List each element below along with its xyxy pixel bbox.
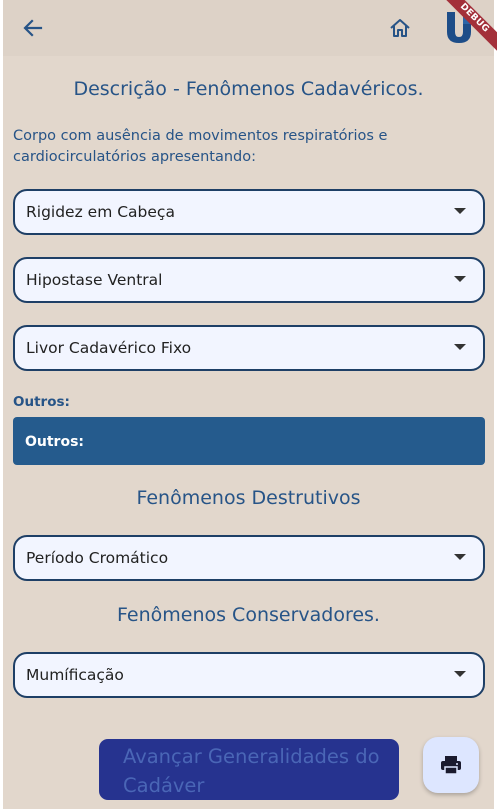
- back-button[interactable]: [13, 8, 53, 48]
- app-bar: DEBUG: [3, 0, 497, 56]
- home-icon: [390, 19, 410, 37]
- conservadores-dropdown[interactable]: Mumíficação: [13, 652, 485, 698]
- section-title-destrutivos: Fenômenos Destrutivos: [136, 487, 361, 509]
- dropdown-arrow-icon: [454, 671, 466, 677]
- home-button[interactable]: [380, 8, 420, 48]
- outros-label: Outros:: [13, 394, 70, 410]
- dropdown-arrow-icon: [454, 208, 466, 214]
- destrutivos-dropdown[interactable]: Período Cromático: [13, 535, 485, 581]
- outros-input[interactable]: Outros:: [13, 417, 485, 465]
- outros-hint: Outros:: [25, 434, 85, 450]
- dropdown-arrow-icon: [454, 554, 466, 560]
- debug-banner: DEBUG: [435, 0, 497, 62]
- livor-value: Livor Cadavérico Fixo: [26, 339, 192, 357]
- livor-dropdown[interactable]: Livor Cadavérico Fixo: [13, 325, 485, 371]
- conservadores-value: Mumíficação: [26, 666, 124, 684]
- debug-label: DEBUG: [437, 0, 497, 55]
- print-button[interactable]: [423, 737, 479, 793]
- rigidez-dropdown[interactable]: Rigidez em Cabeça: [13, 189, 485, 235]
- dropdown-arrow-icon: [454, 344, 466, 350]
- advance-button[interactable]: Avançar Generalidades do Cadáver: [99, 739, 399, 800]
- advance-button-label: Avançar Generalidades do Cadáver: [123, 745, 380, 797]
- dropdown-arrow-icon: [454, 276, 466, 282]
- arrow-left-icon: [23, 19, 43, 37]
- section-title-conservadores: Fenômenos Conservadores.: [117, 604, 380, 626]
- rigidez-value: Rigidez em Cabeça: [26, 203, 175, 221]
- intro-text: Corpo com ausência de movimentos respira…: [13, 128, 388, 165]
- destrutivos-value: Período Cromático: [26, 549, 169, 567]
- hipostase-value: Hipostase Ventral: [26, 271, 163, 289]
- hipostase-dropdown[interactable]: Hipostase Ventral: [13, 257, 485, 303]
- printer-icon: [441, 756, 461, 775]
- section-title-descricao: Descrição - Fenômenos Cadavéricos.: [73, 78, 424, 100]
